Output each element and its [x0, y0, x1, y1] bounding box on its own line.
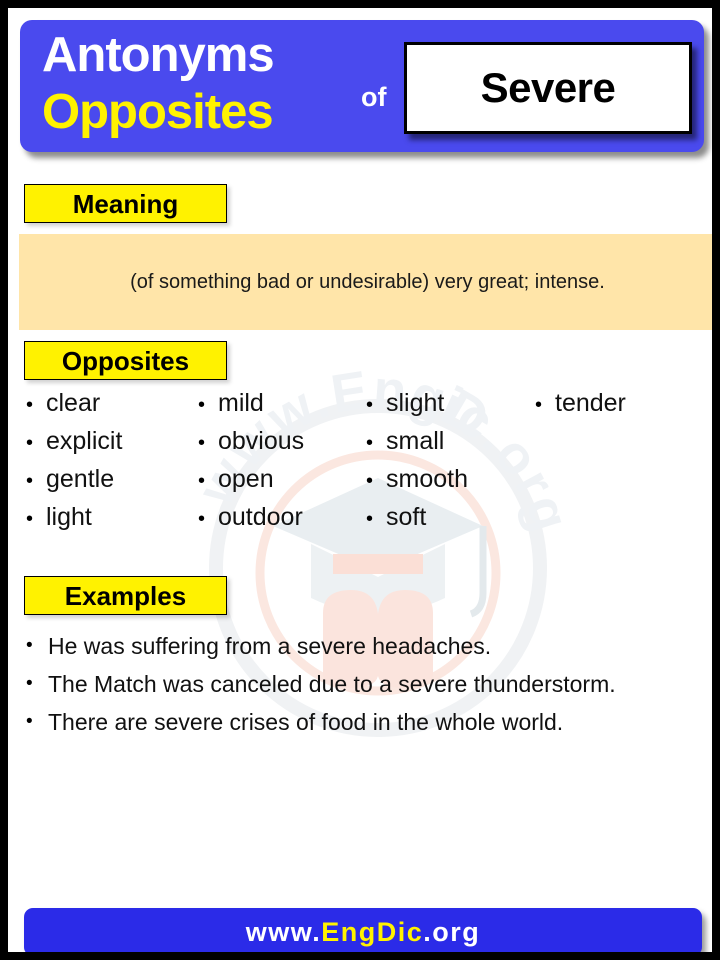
- opposite-word: obvious: [218, 427, 305, 455]
- opposite-word: smooth: [386, 465, 468, 493]
- bullet-icon: •: [26, 673, 33, 694]
- title-antonyms: Antonyms: [42, 28, 275, 82]
- opposite-word: clear: [46, 389, 101, 417]
- bullet-icon: •: [198, 432, 206, 454]
- opposite-word: slight: [386, 389, 445, 417]
- opposite-word: light: [46, 503, 92, 531]
- bullet-icon: •: [198, 470, 206, 492]
- example-text: There are severe crises of food in the w…: [48, 709, 564, 735]
- label-examples-text: Examples: [64, 580, 187, 611]
- opposite-item: • outdoor: [198, 505, 304, 543]
- opposite-word: explicit: [46, 427, 123, 455]
- opposites-column-3: • slight • small • smooth • soft: [366, 391, 468, 543]
- opposite-word: tender: [555, 389, 626, 417]
- opposite-item: • small: [366, 429, 468, 467]
- meaning-box: (of something bad or undesirable) very g…: [19, 234, 712, 330]
- opposite-word: gentle: [46, 465, 115, 493]
- bullet-icon: •: [198, 394, 206, 416]
- footer-url: www.EngDic.org: [246, 917, 481, 948]
- bullet-icon: •: [26, 470, 34, 492]
- footer-url-suffix: .org: [423, 916, 481, 947]
- opposite-item: • mild: [198, 391, 304, 429]
- bullet-icon: •: [366, 394, 374, 416]
- label-opposites-text: Opposites: [61, 345, 190, 376]
- opposite-word: open: [218, 465, 274, 493]
- opposite-item: • smooth: [366, 467, 468, 505]
- opposite-word: soft: [386, 503, 427, 531]
- examples-list: • He was suffering from a severe headache…: [8, 628, 712, 742]
- header-banner: Antonyms Opposites of Severe: [20, 20, 704, 152]
- opposite-item: • open: [198, 467, 304, 505]
- footer-url-prefix: www.: [245, 916, 322, 947]
- poster-root: www.EngD ic.org Antonyms Opposites of Se…: [0, 0, 720, 960]
- bullet-icon: •: [26, 432, 34, 454]
- bullet-icon: •: [26, 711, 33, 732]
- footer-bar[interactable]: www.EngDic.org: [24, 908, 702, 952]
- example-item: • He was suffering from a severe headache…: [8, 628, 712, 664]
- label-meaning-text: Meaning: [72, 188, 179, 219]
- opposite-word: mild: [218, 389, 264, 417]
- title-opposites: Opposites: [42, 85, 274, 139]
- bullet-icon: •: [26, 394, 34, 416]
- opposites-column-2: • mild • obvious • open • outdoor: [198, 391, 304, 543]
- bullet-icon: •: [366, 508, 374, 530]
- label-examples: Examples: [24, 576, 227, 615]
- label-meaning: Meaning: [24, 184, 227, 223]
- bullet-icon: •: [26, 508, 34, 530]
- title-connector-of: of: [361, 82, 387, 112]
- opposites-column-4: • tender: [535, 391, 626, 429]
- meaning-text: (of something bad or undesirable) very g…: [130, 270, 605, 293]
- opposite-item: • slight: [366, 391, 468, 429]
- example-text: He was suffering from a severe headaches…: [48, 633, 492, 659]
- example-item: • There are severe crises of food in the …: [8, 704, 712, 740]
- label-opposites: Opposites: [24, 341, 227, 380]
- header-titles: Antonyms Opposites: [42, 26, 352, 140]
- opposites-word-grid: • clear • explicit • gentle • light • mild • obvio…: [8, 391, 712, 561]
- opposites-column-1: • clear • explicit • gentle • light: [26, 391, 122, 543]
- example-item: • The Match was canceled due to a severe …: [8, 666, 712, 702]
- opposite-item: • clear: [26, 391, 122, 429]
- example-text: The Match was canceled due to a severe t…: [48, 671, 616, 697]
- opposite-item: • tender: [535, 391, 626, 429]
- opposite-word: small: [386, 427, 445, 455]
- bullet-icon: •: [26, 635, 33, 656]
- opposite-item: • soft: [366, 505, 468, 543]
- headword-box: Severe: [404, 42, 692, 134]
- bullet-icon: •: [535, 394, 543, 416]
- opposite-item: • light: [26, 505, 122, 543]
- footer-url-brand: EngDic: [321, 916, 424, 947]
- bullet-icon: •: [366, 432, 374, 454]
- bullet-icon: •: [366, 470, 374, 492]
- opposite-item: • gentle: [26, 467, 122, 505]
- opposite-item: • obvious: [198, 429, 304, 467]
- opposite-item: • explicit: [26, 429, 122, 467]
- headword-text: Severe: [480, 64, 616, 111]
- bullet-icon: •: [198, 508, 206, 530]
- opposite-word: outdoor: [218, 503, 303, 531]
